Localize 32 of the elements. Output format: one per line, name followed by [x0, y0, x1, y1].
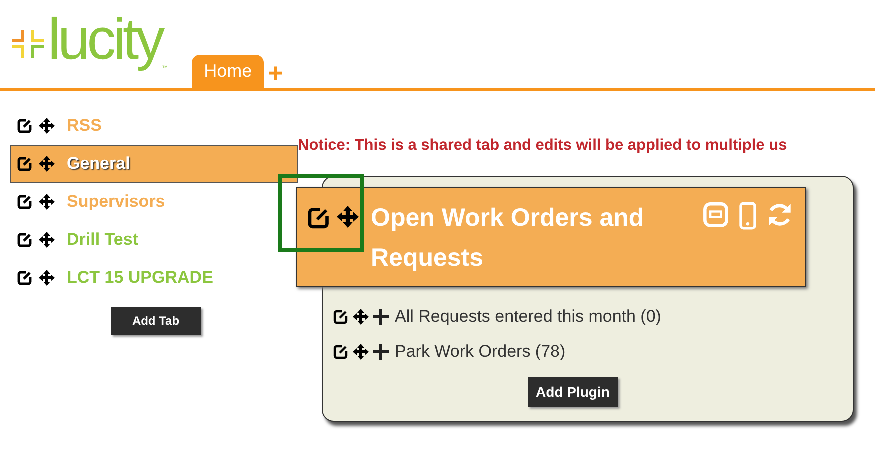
move-icon[interactable]: [39, 156, 55, 172]
edit-icon[interactable]: [17, 194, 33, 210]
edit-icon[interactable]: [17, 118, 33, 134]
move-icon[interactable]: [39, 270, 55, 286]
move-icon[interactable]: [39, 232, 55, 248]
sidebar-item[interactable]: LCT 15 UPGRADE: [10, 259, 298, 297]
edit-icon[interactable]: [17, 156, 33, 172]
edit-icon[interactable]: [333, 344, 349, 360]
move-icon[interactable]: [39, 118, 55, 134]
plus-icon[interactable]: [373, 308, 389, 324]
edit-icon[interactable]: [307, 206, 331, 230]
edit-icon[interactable]: [17, 270, 33, 286]
sidebar-item[interactable]: General: [10, 145, 298, 183]
move-icon[interactable]: [337, 206, 359, 228]
logo-text: lucity: [48, 11, 162, 69]
home-tab[interactable]: Home: [192, 55, 264, 88]
add-plugin-button[interactable]: Add Plugin: [528, 377, 618, 407]
plugin-link[interactable]: All Requests entered this month (0): [395, 306, 662, 326]
move-icon[interactable]: [353, 344, 369, 360]
plus-icon[interactable]: [373, 344, 389, 360]
sidebar-item[interactable]: RSS: [10, 107, 298, 145]
plugin-link[interactable]: Park Work Orders (78): [395, 342, 566, 362]
edit-icon[interactable]: [17, 232, 33, 248]
notice-text: Notice: This is a shared tab and edits will be applied to multiple us: [298, 137, 788, 155]
move-icon[interactable]: [353, 308, 369, 324]
add-tab-button[interactable]: Add Tab: [111, 307, 201, 335]
add-tab-button[interactable]: +: [264, 60, 288, 88]
plugin-title: Open Work Orders and Requests: [371, 203, 646, 274]
move-icon[interactable]: [39, 194, 55, 210]
edit-icon[interactable]: [333, 308, 349, 324]
sidebar-item[interactable]: Drill Test: [10, 221, 298, 259]
sidebar-item[interactable]: Supervisors: [10, 183, 298, 221]
